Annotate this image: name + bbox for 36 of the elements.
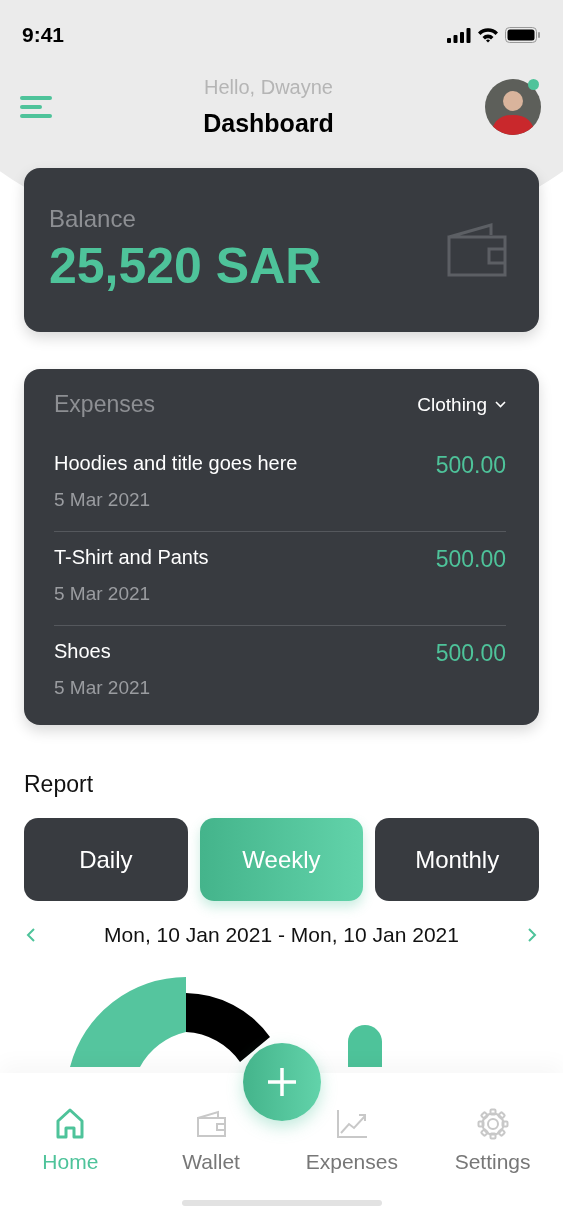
expense-date: 5 Mar 2021	[54, 583, 152, 605]
battery-icon	[505, 27, 541, 43]
wifi-icon	[477, 27, 499, 43]
expense-amount: 500.00	[435, 640, 506, 668]
period-tab[interactable]: Daily	[24, 818, 188, 901]
expense-amount: 500.00	[435, 452, 506, 480]
nav-tab[interactable]: Wallet	[140, 1073, 282, 1218]
chevron-right-icon	[527, 927, 537, 943]
add-button[interactable]	[243, 1043, 321, 1121]
home-icon	[55, 1108, 86, 1140]
expense-name: T-Shirt and Pants	[54, 546, 209, 569]
nav-tab[interactable]: Settings	[422, 1073, 563, 1218]
balance-amount: 25,520 SAR	[49, 237, 322, 295]
signal-icon	[447, 27, 471, 43]
period-tab[interactable]: Monthly	[375, 818, 539, 901]
expenses-title: Expenses	[54, 391, 155, 418]
wallet-icon	[196, 1108, 227, 1140]
plus-icon	[266, 1066, 298, 1098]
settings-icon	[476, 1108, 509, 1140]
menu-icon[interactable]	[20, 94, 52, 120]
balance-label: Balance	[49, 205, 137, 233]
category-dropdown[interactable]: Clothing	[417, 393, 506, 416]
report-title: Report	[24, 771, 95, 798]
date-range: Mon, 10 Jan 2021 - Mon, 10 Jan 2021	[104, 923, 459, 947]
nav-tab[interactable]: Expenses	[281, 1073, 423, 1218]
expense-name: Hoodies and title goes here	[54, 452, 298, 475]
page-title: Dashboard	[203, 109, 334, 138]
expense-date: 5 Mar 2021	[54, 677, 151, 699]
expense-name: Shoes	[54, 640, 112, 663]
status-time: 9:41	[22, 23, 65, 47]
chevron-left-icon	[26, 927, 36, 943]
expense-date: 5 Mar 2021	[54, 489, 152, 511]
expense-amount: 500.00	[435, 546, 506, 574]
wallet-icon	[447, 223, 507, 277]
chevron-down-icon	[495, 401, 506, 408]
chart-icon	[335, 1108, 368, 1140]
